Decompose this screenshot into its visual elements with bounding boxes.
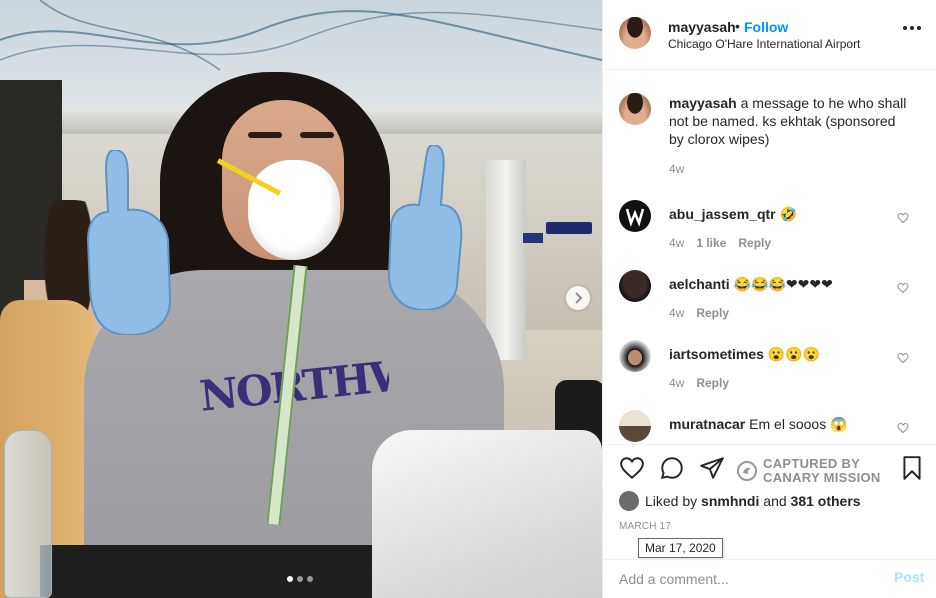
follow-button[interactable]: Follow [744, 19, 788, 35]
post-date[interactable]: MARCH 17 [619, 521, 671, 532]
header-separator: • [735, 18, 740, 34]
comment-text: muratnacar Em el sooos 😱 [669, 416, 848, 433]
comment-avatar[interactable] [619, 200, 651, 232]
carousel-next-button[interactable] [566, 286, 590, 310]
caption-time[interactable]: 4w [669, 162, 684, 176]
chevron-right-icon [575, 292, 583, 304]
comment-bubble-icon[interactable] [659, 455, 685, 481]
liker-username[interactable]: snmhndi [701, 493, 759, 509]
heart-outline-icon[interactable] [897, 212, 909, 224]
likes-summary: Liked by snmhndi and 381 others [619, 491, 861, 511]
comment-avatar[interactable] [619, 270, 651, 302]
heart-outline-icon[interactable] [897, 282, 909, 294]
watermark-text: CAPTURED BY CANARY MISSION [763, 457, 881, 485]
photo-store-sign-small [523, 233, 543, 243]
photo-pillar [486, 160, 526, 360]
share-paper-plane-icon[interactable] [699, 455, 725, 481]
glove-left [86, 150, 172, 335]
comment-text: aelchanti 😂😂😂❤❤❤❤ [669, 276, 833, 293]
photo-water-bottle [4, 430, 52, 598]
add-comment-input[interactable] [619, 569, 879, 589]
likes-text: Liked by snmhndi and 381 others [645, 493, 861, 509]
comment-time[interactable]: 4w [669, 376, 684, 390]
carousel-dots [287, 576, 313, 582]
comments-list[interactable]: mayyasah a message to he who shall not b… [603, 70, 936, 444]
comment-username[interactable]: muratnacar [669, 416, 745, 432]
comment-text: iartsometimes 😮😮😮 [669, 346, 820, 363]
post-comment-button[interactable]: Post [894, 569, 924, 585]
comment-username[interactable]: iartsometimes [669, 346, 764, 362]
carousel-dot [297, 576, 303, 582]
comment-avatar[interactable] [619, 340, 651, 372]
carousel-dot [307, 576, 313, 582]
reply-button[interactable]: Reply [696, 376, 729, 390]
date-tooltip: Mar 17, 2020 [638, 538, 723, 558]
liker-avatar[interactable] [619, 491, 639, 511]
add-comment-bar: Post [603, 559, 936, 598]
caption-avatar[interactable] [619, 93, 651, 125]
comment-text: abu_jassem_qtr 🤣 [669, 206, 797, 223]
comment-body: 🤣 [775, 206, 797, 222]
save-bookmark-icon[interactable] [899, 455, 925, 481]
photo-brow-right [300, 132, 334, 138]
glove-right [387, 145, 463, 310]
comment-body: Em el sooos 😱 [745, 416, 848, 432]
comment-meta: 4w Reply [669, 306, 729, 320]
heart-outline-icon[interactable] [897, 352, 909, 364]
post-photo[interactable]: NORTHWESTER [0, 0, 602, 598]
comment-item: muratnacar Em el sooos 😱 [603, 410, 936, 444]
comment-item: abu_jassem_qtr 🤣 4w 1 like Reply [603, 200, 936, 270]
author-avatar[interactable] [619, 17, 651, 49]
comment-item: iartsometimes 😮😮😮 4w Reply [603, 340, 936, 410]
watermark-line-2: CANARY MISSION [763, 470, 881, 485]
carousel-dot-active [287, 576, 293, 582]
like-heart-icon[interactable] [619, 455, 645, 481]
reply-button[interactable]: Reply [738, 236, 771, 250]
reply-button[interactable]: Reply [696, 306, 729, 320]
photo-brow-left [248, 132, 282, 138]
post-location[interactable]: Chicago O'Hare International Airport [668, 37, 860, 51]
canary-logo-icon [737, 461, 757, 481]
watermark-line-1: CAPTURED BY [763, 456, 861, 471]
comment-likes[interactable]: 1 like [696, 236, 726, 250]
post-actions: CAPTURED BY CANARY MISSION Liked by snmh… [603, 444, 936, 594]
photo-store-sign [546, 222, 592, 234]
comment-meta: 4w Reply [669, 376, 729, 390]
likes-count[interactable]: 381 others [791, 493, 861, 509]
post-header: mayyasah • Follow Chicago O'Hare Interna… [603, 0, 936, 70]
caption-text: mayyasah a message to he who shall not b… [669, 94, 909, 148]
post-side-panel: mayyasah • Follow Chicago O'Hare Interna… [602, 0, 936, 598]
comment-username[interactable]: abu_jassem_qtr [669, 206, 776, 222]
comment-time[interactable]: 4w [669, 236, 684, 250]
heart-outline-icon[interactable] [897, 422, 909, 434]
comment-avatar[interactable] [619, 410, 651, 442]
comment-username[interactable]: aelchanti [669, 276, 730, 292]
caption-username[interactable]: mayyasah [669, 95, 737, 111]
more-options-icon[interactable] [903, 26, 921, 36]
comment-body: 😂😂😂❤❤❤❤ [729, 276, 833, 292]
author-username[interactable]: mayyasah [668, 19, 736, 35]
comment-meta: 4w 1 like Reply [669, 236, 771, 250]
canary-mission-watermark: CAPTURED BY CANARY MISSION [737, 457, 881, 485]
comment-body: 😮😮😮 [763, 346, 821, 362]
photo-face-mask [248, 160, 340, 260]
photo-plastic-bag [372, 430, 602, 598]
comment-time[interactable]: 4w [669, 306, 684, 320]
comment-item: aelchanti 😂😂😂❤❤❤❤ 4w Reply [603, 270, 936, 340]
